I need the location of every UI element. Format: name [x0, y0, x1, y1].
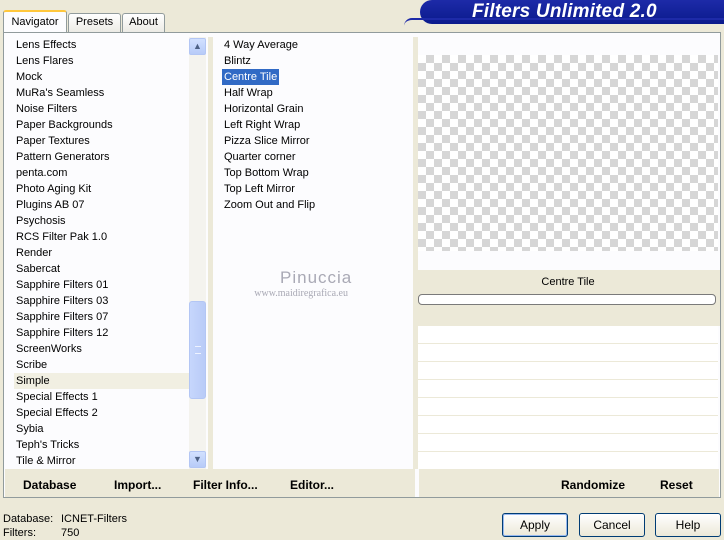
list-item[interactable]: Scribe — [14, 357, 190, 373]
list-item[interactable]: Sapphire Filters 12 — [14, 325, 190, 341]
list-item[interactable]: 4 Way Average — [222, 37, 300, 53]
list-item[interactable]: Horizontal Grain — [222, 101, 305, 117]
parameter-row — [418, 326, 718, 344]
filter-info-bar: Centre Tile — [416, 270, 720, 326]
list-item[interactable]: Sybia — [14, 421, 190, 437]
editor-button[interactable]: Editor... — [290, 478, 334, 492]
category-list[interactable]: Lens Effects Lens Flares Mock MuRa's Seamle… — [14, 37, 190, 469]
list-item[interactable]: Sapphire Filters 01 — [14, 277, 190, 293]
apply-button[interactable]: Apply — [502, 513, 568, 537]
filter-name-label: Centre Tile — [541, 276, 595, 288]
watermark-name: Pinuccia — [280, 268, 353, 287]
list-item[interactable]: Pattern Generators — [14, 149, 190, 165]
filters-label: Filters: — [3, 527, 36, 539]
list-item[interactable]: Photo Aging Kit — [14, 181, 190, 197]
list-item[interactable]: Simple — [14, 373, 190, 389]
list-item[interactable]: ScreenWorks — [14, 341, 190, 357]
list-item[interactable]: Psychosis — [14, 213, 190, 229]
app-title: Filters Unlimited 2.0 — [472, 1, 657, 22]
database-button[interactable]: Database — [23, 478, 76, 492]
parameter-row — [418, 416, 718, 434]
list-item[interactable]: Special Effects 1 — [14, 389, 190, 405]
list-item[interactable]: penta.com — [14, 165, 190, 181]
list-item[interactable]: RCS Filter Pak 1.0 — [14, 229, 190, 245]
parameter-rows — [418, 326, 718, 470]
grip-icon — [195, 346, 201, 354]
parameter-row — [418, 362, 718, 380]
filter-preview — [418, 55, 718, 251]
list-item[interactable]: Blintz — [222, 53, 253, 69]
list-item[interactable]: Pizza Slice Mirror — [222, 133, 312, 149]
tab-navigator[interactable]: Navigator — [3, 10, 67, 32]
divider — [208, 37, 213, 469]
database-label: Database: — [3, 513, 54, 525]
progress-bar — [418, 294, 716, 305]
list-item[interactable]: Teph's Tricks — [14, 437, 190, 453]
list-item[interactable]: Paper Textures — [14, 133, 190, 149]
watermark: Pinuccia www.maidiregrafica.eu — [250, 268, 352, 299]
navigator-panel: Lens Effects Lens Flares Mock MuRa's Seamle… — [3, 32, 721, 498]
list-item[interactable]: Lens Effects — [14, 37, 190, 53]
scroll-down-button[interactable]: ▼ — [189, 451, 206, 468]
list-item[interactable]: Tile & Mirror — [14, 453, 190, 469]
cancel-button[interactable]: Cancel — [579, 513, 645, 537]
list-item[interactable]: Lens Flares — [14, 53, 190, 69]
list-item[interactable]: Centre Tile — [222, 69, 280, 85]
list-item[interactable]: Mock — [14, 69, 190, 85]
bottom-toolbar: Database Import... Filter Info... Editor… — [5, 469, 719, 497]
list-item[interactable]: Paper Backgrounds — [14, 117, 190, 133]
tab-about[interactable]: About — [122, 13, 165, 32]
list-item[interactable]: Plugins AB 07 — [14, 197, 190, 213]
status-area: Database: ICNET-Filters Filters: 750 — [3, 512, 127, 540]
list-item[interactable]: Half Wrap — [222, 85, 275, 101]
parameter-row — [418, 344, 718, 362]
list-item[interactable]: Quarter corner — [222, 149, 298, 165]
list-item[interactable]: Left Right Wrap — [222, 117, 302, 133]
database-value: ICNET-Filters — [61, 513, 127, 525]
list-item[interactable]: Top Left Mirror — [222, 181, 297, 197]
filters-count: 750 — [61, 527, 80, 539]
parameter-row — [418, 398, 718, 416]
watermark-url: www.maidiregrafica.eu — [254, 288, 348, 299]
import-button[interactable]: Import... — [114, 478, 161, 492]
list-item[interactable]: Noise Filters — [14, 101, 190, 117]
scroll-thumb[interactable] — [189, 301, 206, 399]
category-scrollbar[interactable]: ▲ ▼ — [189, 37, 206, 469]
tab-presets[interactable]: Presets — [68, 13, 121, 32]
list-item[interactable]: Render — [14, 245, 190, 261]
filter-list[interactable]: 4 Way Average Blintz Centre Tile Half Wrap H… — [222, 37, 412, 213]
scroll-up-button[interactable]: ▲ — [189, 38, 206, 55]
list-item[interactable]: Sapphire Filters 07 — [14, 309, 190, 325]
list-item[interactable]: Sabercat — [14, 261, 190, 277]
help-button[interactable]: Help — [655, 513, 721, 537]
list-item[interactable]: Special Effects 2 — [14, 405, 190, 421]
parameter-row — [418, 380, 718, 398]
divider — [415, 469, 419, 497]
reset-button[interactable]: Reset — [660, 478, 693, 492]
list-item[interactable]: Sapphire Filters 03 — [14, 293, 190, 309]
filter-info-button[interactable]: Filter Info... — [193, 478, 258, 492]
parameter-row — [418, 452, 718, 470]
list-item[interactable]: MuRa's Seamless — [14, 85, 190, 101]
list-item[interactable]: Zoom Out and Flip — [222, 197, 317, 213]
parameter-row — [418, 434, 718, 452]
list-item[interactable]: Top Bottom Wrap — [222, 165, 311, 181]
randomize-button[interactable]: Randomize — [561, 478, 625, 492]
